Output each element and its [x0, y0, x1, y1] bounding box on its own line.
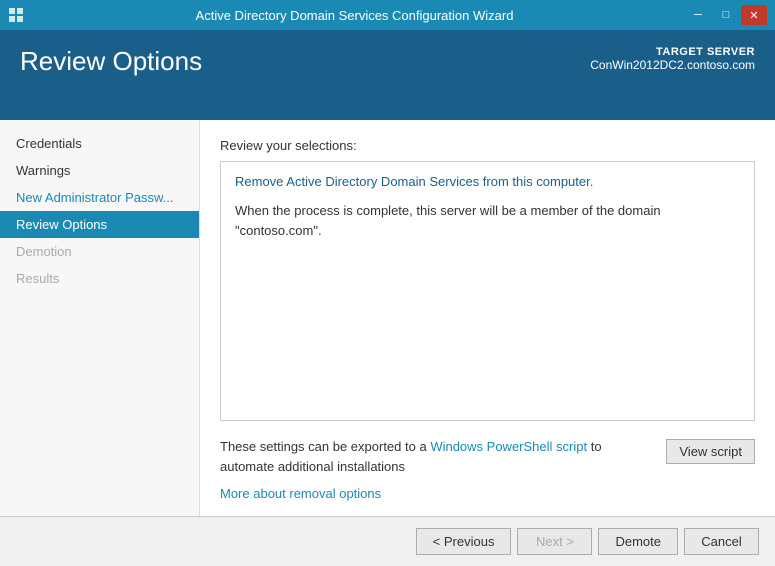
review-line2-part1: When the process is complete, this serve… [235, 203, 661, 218]
target-server-name: ConWin2012DC2.contoso.com [590, 58, 755, 72]
main-content: Review your selections: Remove Active Di… [200, 120, 775, 516]
sidebar-item-new-admin-password[interactable]: New Administrator Passw... [0, 184, 199, 211]
review-box: Remove Active Directory Domain Services … [220, 161, 755, 421]
previous-button[interactable]: < Previous [416, 528, 512, 555]
view-script-button[interactable]: View script [666, 439, 755, 464]
main-window: Review Options TARGET SERVER ConWin2012D… [0, 30, 775, 566]
cancel-button[interactable]: Cancel [684, 528, 759, 555]
app-icon [8, 7, 24, 23]
window-controls: ─ □ ✕ [685, 5, 767, 25]
sidebar-item-demotion: Demotion [0, 238, 199, 265]
review-selections-label: Review your selections: [220, 138, 755, 153]
review-line2: When the process is complete, this serve… [235, 201, 740, 240]
title-bar: Active Directory Domain Services Configu… [0, 0, 775, 30]
sidebar: Credentials Warnings New Administrator P… [0, 120, 200, 516]
sidebar-item-review-options[interactable]: Review Options [0, 211, 199, 238]
more-about-removal-link[interactable]: More about removal options [220, 486, 381, 501]
target-server-info: TARGET SERVER ConWin2012DC2.contoso.com [590, 46, 755, 72]
export-text-part1: These settings can be exported to a [220, 439, 430, 454]
footer: < Previous Next > Demote Cancel [0, 516, 775, 566]
header: Review Options TARGET SERVER ConWin2012D… [0, 30, 775, 120]
minimize-button[interactable]: ─ [685, 5, 711, 25]
export-link[interactable]: Windows PowerShell script [430, 439, 587, 454]
close-button[interactable]: ✕ [741, 5, 767, 25]
page-title: Review Options [20, 46, 202, 77]
sidebar-item-results: Results [0, 265, 199, 292]
sidebar-item-warnings[interactable]: Warnings [0, 157, 199, 184]
export-text: These settings can be exported to a Wind… [220, 437, 666, 476]
next-button: Next > [517, 528, 592, 555]
review-line2-domain: "contoso.com" [235, 223, 318, 238]
target-server-label: TARGET SERVER [590, 46, 755, 58]
content-area: Credentials Warnings New Administrator P… [0, 120, 775, 516]
window-title: Active Directory Domain Services Configu… [24, 8, 685, 23]
review-line2-end: . [318, 223, 322, 238]
sidebar-item-credentials[interactable]: Credentials [0, 130, 199, 157]
export-row: These settings can be exported to a Wind… [220, 437, 755, 476]
review-line1: Remove Active Directory Domain Services … [235, 174, 740, 189]
maximize-button[interactable]: □ [713, 5, 739, 25]
demote-button[interactable]: Demote [598, 528, 678, 555]
